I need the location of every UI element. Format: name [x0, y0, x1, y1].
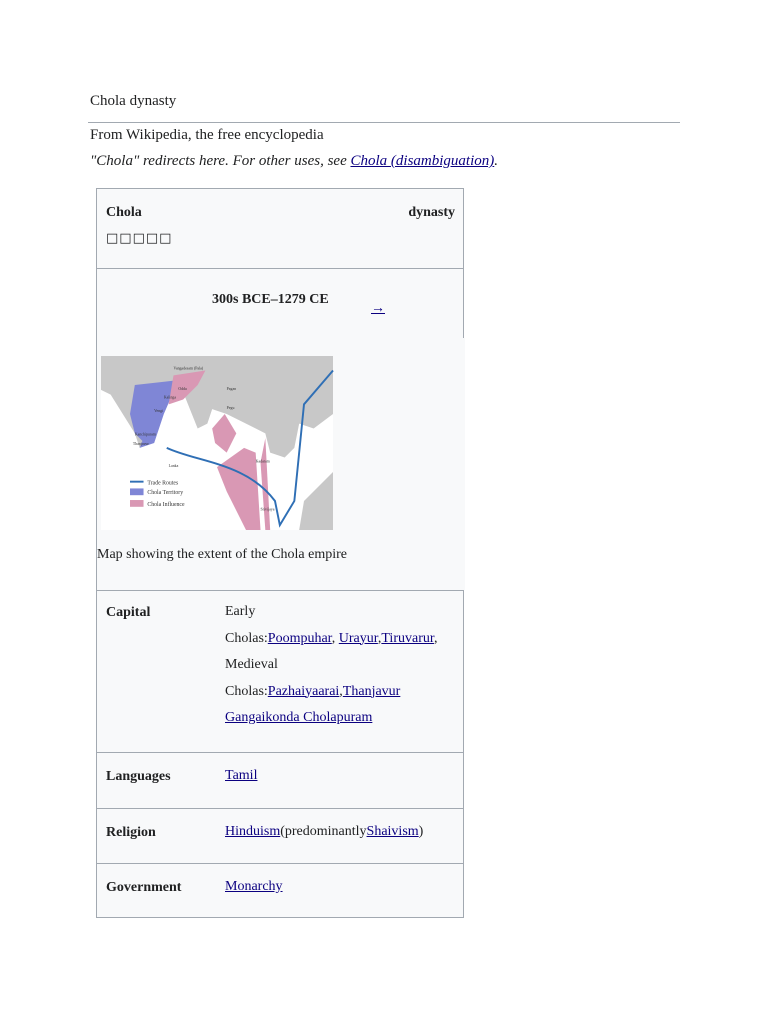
title-divider [88, 122, 680, 123]
map-label: Pagan [227, 387, 237, 391]
map-label: Kalinga [164, 396, 177, 400]
row-value: Early Cholas:Poompuhar, Urayur,Tiruvarur,… [225, 599, 437, 732]
chola-empire-map[interactable]: Trade Routes Chola Territory Chola Influ… [99, 356, 335, 530]
map-row: Trade Routes Chola Territory Chola Influ… [96, 338, 465, 590]
row-text: Cholas: [225, 683, 268, 699]
row-text: (predominantly [280, 824, 367, 839]
map-label: Odda [178, 387, 187, 391]
name-left: Chola [106, 205, 142, 220]
row-link[interactable]: Tamil [225, 768, 257, 783]
legend-chola-territory: Chola Territory [147, 490, 183, 496]
infobox-row-religion: Religion Hinduism(predominantlyShaivism) [96, 808, 464, 864]
period-row: 300s BCE–1279 CE → [96, 268, 464, 339]
infobox-title: Chola dynasty □□□□□ [96, 188, 464, 269]
map-label: Vengi [154, 409, 163, 413]
map-label: Vangadesam (Pala) [174, 367, 204, 371]
row-link[interactable]: Shaivism [367, 824, 419, 839]
native-name: □□□□□ [106, 231, 173, 246]
row-link[interactable]: Hinduism [225, 824, 280, 839]
map-caption: Map showing the extent of the Chola empi… [97, 547, 347, 562]
row-value: Tamil [225, 763, 257, 790]
map-label: Lanka [169, 464, 179, 468]
row-link[interactable]: Tiruvarur [381, 631, 434, 646]
map-label: Kadaram [256, 459, 270, 463]
map-label: Thanjavur [133, 442, 150, 446]
row-text: , [331, 630, 339, 646]
row-link[interactable]: Gangaikonda Cholapuram [225, 710, 372, 725]
infobox-row-government: Government Monarchy [96, 863, 464, 918]
hatnote: "Chola" redirects here. For other uses, … [90, 153, 498, 170]
hatnote-suffix: . [494, 153, 498, 169]
row-value: Monarchy [225, 874, 283, 901]
row-link[interactable]: Monarchy [225, 879, 283, 894]
row-link[interactable]: Poompuhar [268, 631, 332, 646]
tagline: From Wikipedia, the free encyclopedia [90, 127, 324, 143]
row-value: Hinduism(predominantlyShaivism) [225, 819, 423, 846]
legend-chola-influence: Chola Influence [147, 501, 185, 508]
name-right: dynasty [408, 205, 455, 220]
row-link[interactable]: Pazhaiyaarai [268, 684, 340, 699]
legend-trade-routes: Trade Routes [147, 481, 179, 487]
successor-arrow-link[interactable]: → [371, 301, 385, 317]
hatnote-prefix: "Chola" redirects here. For other uses, … [90, 153, 351, 169]
row-text: Cholas: [225, 630, 268, 646]
row-link[interactable]: Thanjavur [343, 684, 401, 699]
map-label: Kanchipuram [135, 432, 156, 436]
page-title: Chola dynasty [90, 93, 177, 109]
row-label: Capital [106, 605, 151, 620]
row-text: Early [225, 604, 256, 619]
infobox-row-languages: Languages Tamil [96, 752, 464, 809]
row-link[interactable]: Urayur [339, 631, 378, 646]
row-text: Medieval [225, 657, 278, 672]
row-label: Religion [106, 825, 156, 840]
disambiguation-link[interactable]: Chola (disambiguation) [350, 153, 494, 169]
infobox-row-capital: Capital Early Cholas:Poompuhar, Urayur,Tir… [96, 590, 464, 753]
row-text: ) [418, 824, 424, 839]
period: 300s BCE–1279 CE [212, 292, 329, 307]
row-label: Languages [106, 769, 171, 784]
map-label: Srivijaya [261, 508, 275, 512]
row-label: Government [106, 880, 182, 895]
row-text: , [433, 630, 438, 646]
map-label: Pegu [227, 406, 235, 410]
